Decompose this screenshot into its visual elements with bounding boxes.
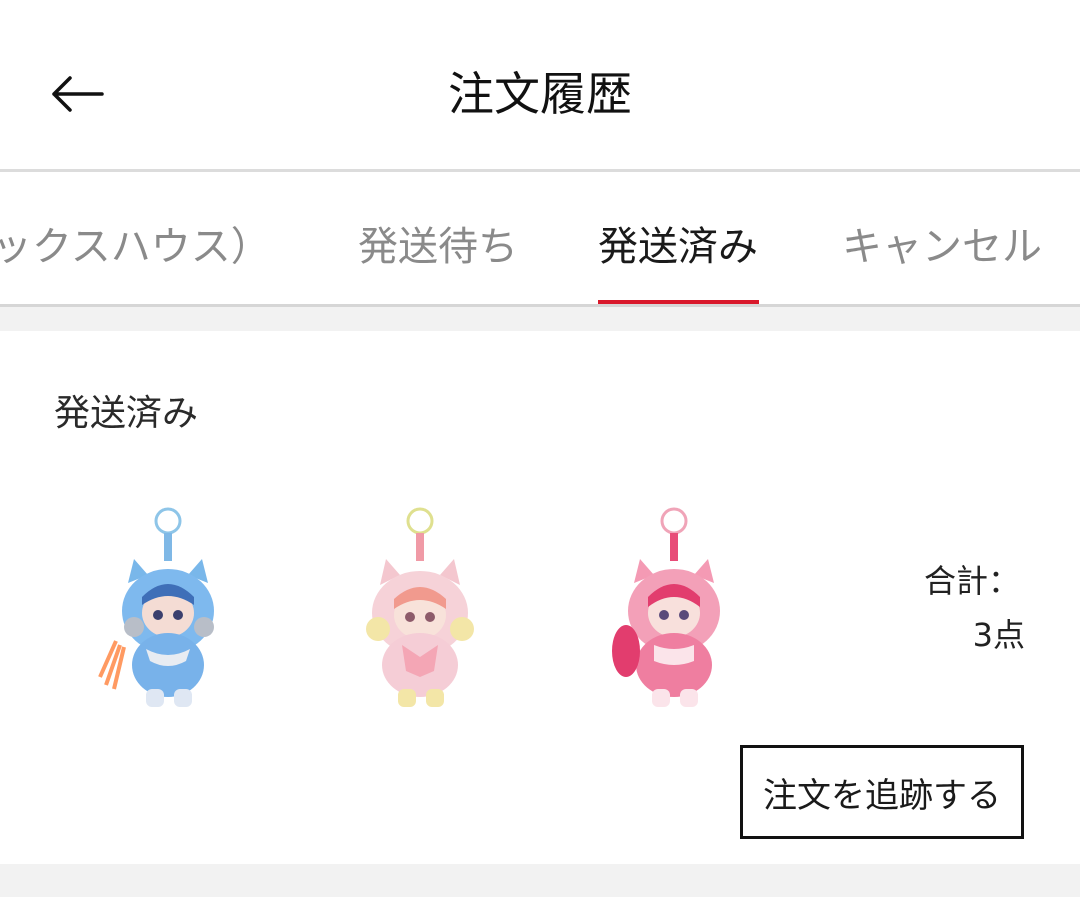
order-tabs: ックスハウス） 発送待ち 発送済み キャンセル <box>0 172 1080 304</box>
track-order-button[interactable]: 注文を追跡する <box>740 745 1024 839</box>
total-label: 合計： <box>923 562 1020 600</box>
tab-shipped[interactable]: 発送済み <box>598 172 758 304</box>
tab-partial[interactable]: ックスハウス） <box>0 172 271 304</box>
page-title: 注文履歴 <box>448 67 632 121</box>
section-gap-bottom <box>0 864 1080 897</box>
product-image-1[interactable] <box>90 501 250 721</box>
app-header: 注文履歴 <box>0 0 1080 172</box>
total-count: 3点 <box>972 616 1025 654</box>
tab-cancelled[interactable]: キャンセル <box>842 172 1042 304</box>
product-image-2[interactable] <box>340 501 500 721</box>
product-image-3[interactable] <box>590 501 750 721</box>
order-status: 発送済み <box>54 393 199 434</box>
section-gap <box>0 307 1080 331</box>
tab-awaiting-shipment[interactable]: 発送待ち <box>358 172 518 304</box>
order-card: 発送済み 合計： 3点 注文を追跡する <box>0 331 1080 864</box>
